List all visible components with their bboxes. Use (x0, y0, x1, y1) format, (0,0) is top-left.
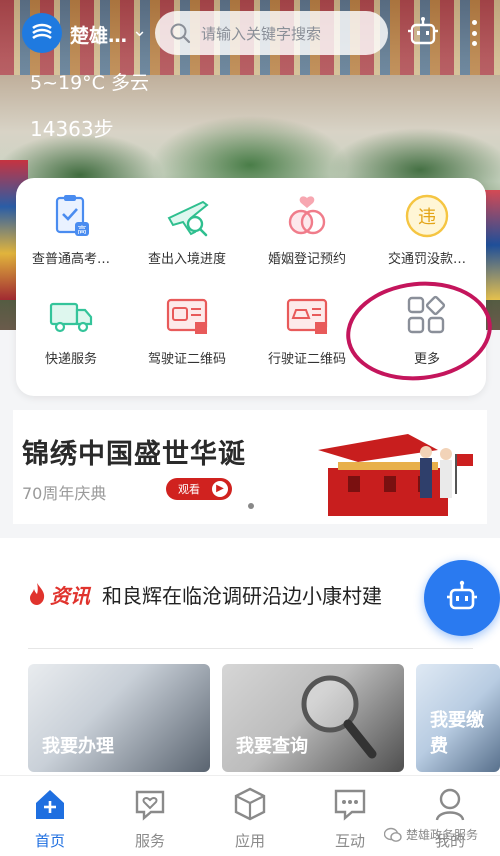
weather-text: 5~19°C 多云 (30, 72, 149, 94)
svg-text:高: 高 (77, 224, 86, 236)
airplane-search-icon (163, 192, 211, 240)
service-label: 行驶证二维码 (267, 352, 346, 367)
tile-pay[interactable]: 我要缴费 (416, 664, 500, 772)
tile-label: 我要办理 (42, 736, 114, 757)
chevron-down-icon[interactable]: ⌄ (132, 20, 147, 41)
heart-chat-icon (132, 786, 168, 822)
service-item-traffic-fine[interactable]: 违 交通罚没款… (372, 192, 482, 267)
robot-assistant-fab[interactable] (424, 560, 500, 636)
watch-button[interactable]: 观看 ▶ (166, 478, 232, 500)
app-logo-icon[interactable] (22, 13, 62, 53)
service-label: 交通罚没款… (387, 252, 466, 267)
tab-service[interactable]: 服务 (110, 786, 190, 851)
service-item-driver-license-qr[interactable]: 驾驶证二维码 (132, 292, 242, 367)
quick-action-tiles: 我要办理 我要查询 我要缴费 (0, 650, 500, 775)
tile-handle-business[interactable]: 我要办理 (28, 664, 210, 772)
user-icon (432, 786, 468, 822)
chat-bubble-icon (332, 786, 368, 822)
top-bar: 楚雄… ⌄ 请输入关键字搜索 (0, 0, 500, 66)
tab-apps[interactable]: 应用 (210, 786, 290, 851)
search-placeholder: 请输入关键字搜索 (201, 24, 322, 43)
watermark-text: 楚雄政务服务 (406, 828, 479, 842)
robot-assistant-icon[interactable] (406, 16, 440, 50)
tab-label: 服务 (134, 832, 165, 850)
service-label: 快递服务 (44, 352, 97, 367)
arrow-right-icon: ▶ (212, 481, 228, 497)
delivery-truck-icon (47, 292, 95, 340)
service-item-express[interactable]: 快递服务 (16, 292, 126, 367)
promo-banner[interactable]: 锦绣中国盛世华诞 70周年庆典 观看 ▶ (13, 410, 487, 524)
tab-home[interactable]: 首页 (10, 786, 90, 851)
service-label: 驾驶证二维码 (147, 352, 226, 367)
divider (28, 648, 473, 649)
exam-clipboard-icon: 高 (47, 192, 95, 240)
search-icon (170, 23, 191, 44)
tile-label: 我要缴费 (430, 710, 484, 757)
service-item-marriage[interactable]: 婚姻登记预约 (252, 192, 362, 267)
promo-subtitle: 70周年庆典 (22, 484, 107, 503)
driver-license-icon (163, 292, 211, 340)
vehicle-license-icon (283, 292, 331, 340)
service-label: 婚姻登记预约 (267, 252, 346, 267)
national-day-illustration (318, 434, 473, 516)
carousel-indicator[interactable] (248, 503, 254, 509)
step-count: 14363步 (30, 117, 114, 141)
service-label: 查普通高考… (31, 252, 110, 267)
promo-title: 锦绣中国盛世华诞 (22, 439, 246, 470)
tab-interact[interactable]: 互动 (310, 786, 390, 851)
wedding-rings-icon (283, 192, 331, 240)
tab-label: 应用 (234, 832, 265, 850)
watch-button-label: 观看 (178, 483, 200, 496)
cube-icon (232, 786, 268, 822)
tab-label: 首页 (34, 832, 65, 850)
more-menu-icon[interactable] (468, 16, 480, 50)
tile-query[interactable]: 我要查询 (222, 664, 404, 772)
home-icon (32, 786, 68, 822)
service-item-gaokao[interactable]: 高 查普通高考… (16, 192, 126, 267)
search-input[interactable]: 请输入关键字搜索 (155, 11, 388, 55)
service-item-exit-entry[interactable]: 查出入境进度 (132, 192, 242, 267)
tab-label: 互动 (334, 832, 365, 850)
watermark: 楚雄政务服务 (384, 826, 478, 843)
svg-text:违: 违 (418, 207, 436, 228)
bottom-tab-bar: 首页 服务 应用 互动 我的 (0, 775, 500, 856)
robot-icon (447, 580, 477, 610)
service-label: 查出入境进度 (147, 252, 226, 267)
tile-label: 我要查询 (236, 736, 308, 757)
traffic-fine-icon: 违 (403, 192, 451, 240)
city-selector[interactable]: 楚雄… (70, 21, 127, 48)
news-tag: 资讯 (50, 584, 90, 608)
wechat-icon (384, 827, 402, 842)
news-headline[interactable]: 和良辉在临沧调研沿边小康村建 (102, 580, 382, 609)
flame-icon (30, 583, 45, 605)
